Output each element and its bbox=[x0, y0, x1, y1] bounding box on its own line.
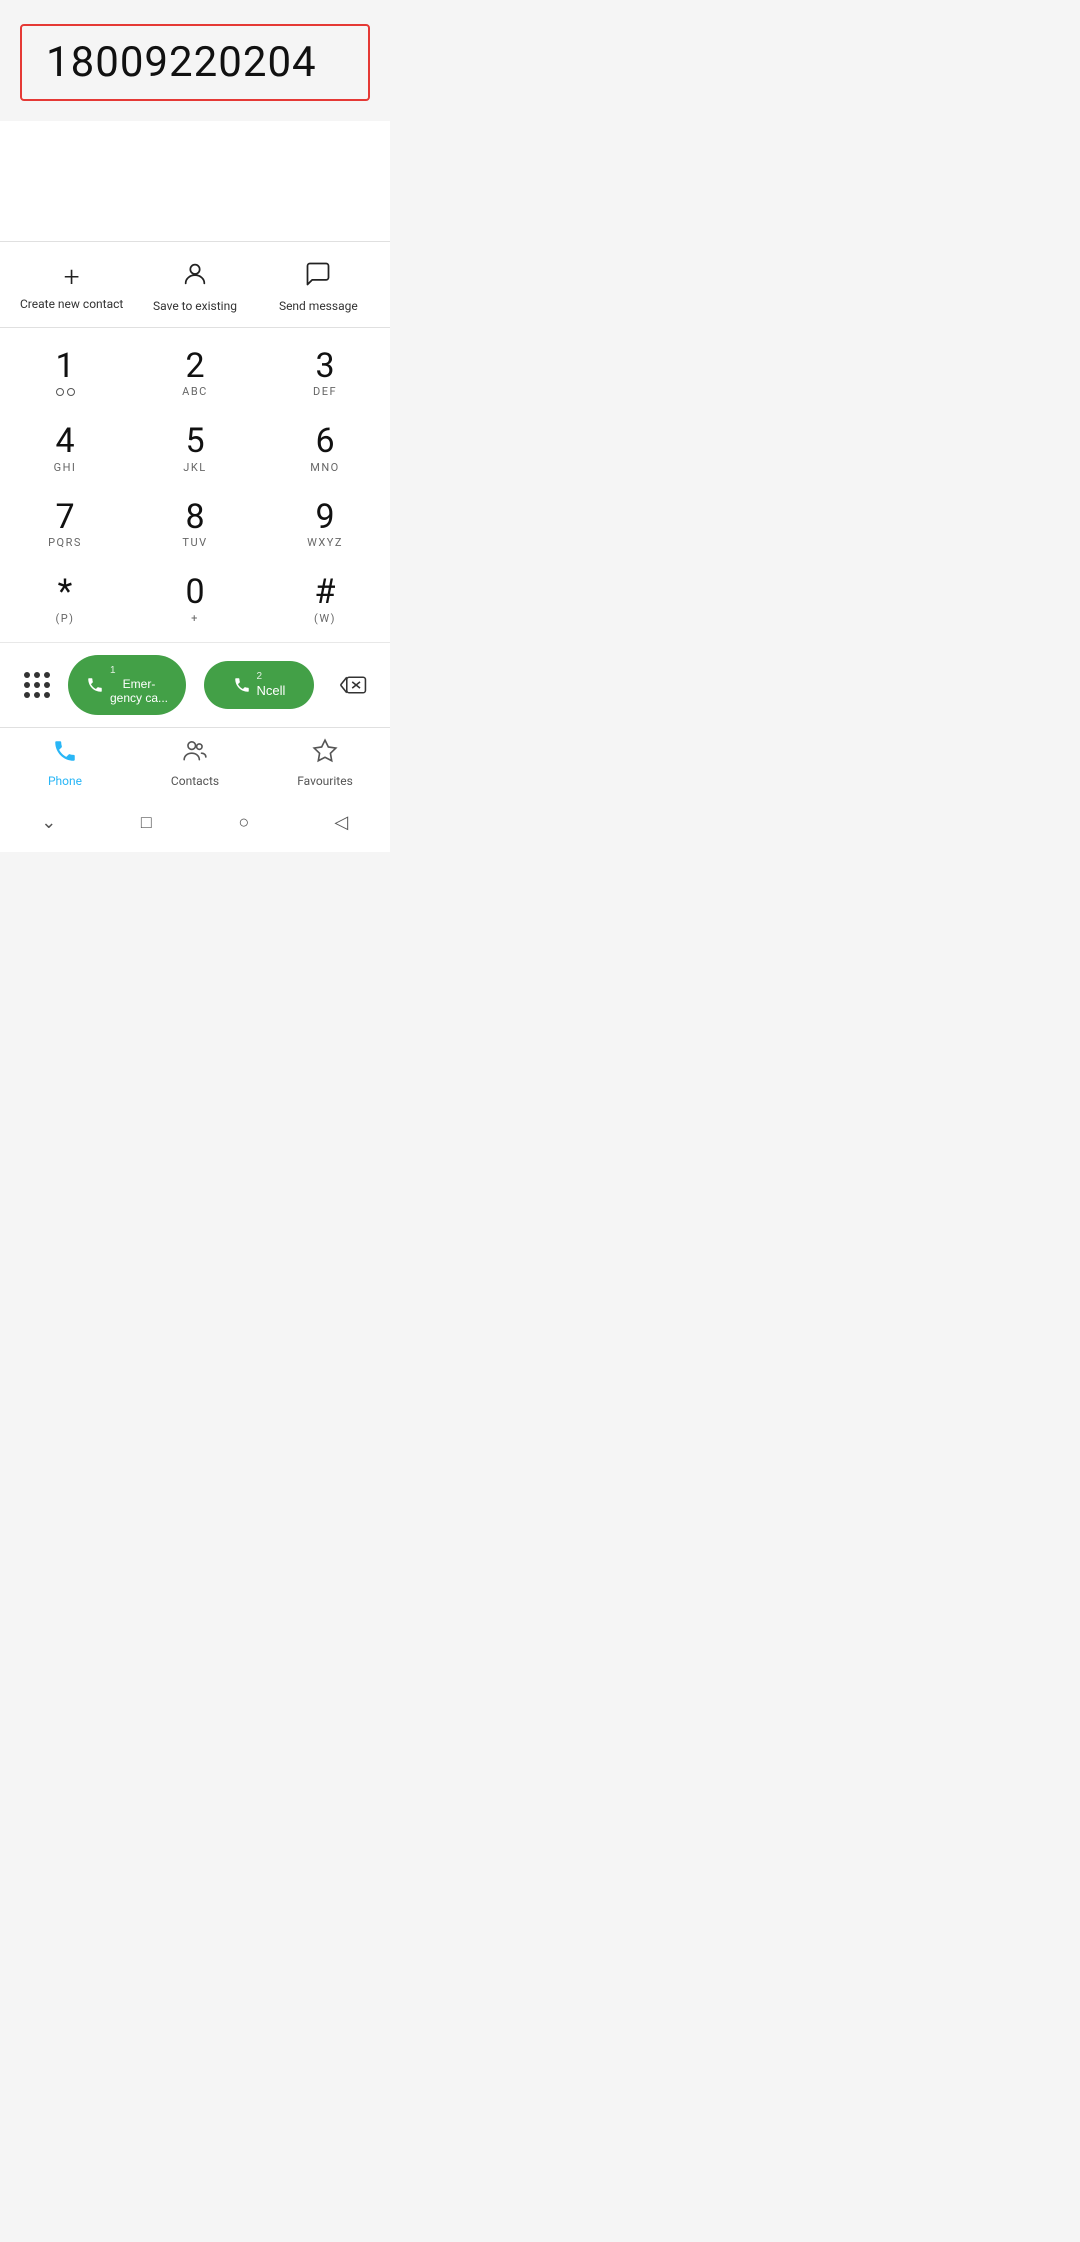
dial-key-6[interactable]: 6 MNO bbox=[260, 411, 390, 486]
person-icon bbox=[181, 260, 209, 293]
save-to-existing-label: Save to existing bbox=[153, 299, 237, 313]
dialpad: 1 2 ABC 3 DEF 4 GHI 5 JKL 6 MNO 7 PQRS 8… bbox=[0, 328, 390, 642]
dial-key-2[interactable]: 2 ABC bbox=[130, 336, 260, 411]
ncell-call-button[interactable]: 2 Ncell bbox=[204, 661, 314, 709]
chat-icon bbox=[304, 260, 332, 293]
home-icon: ○ bbox=[238, 812, 249, 833]
dot bbox=[34, 692, 40, 698]
nav-phone-label: Phone bbox=[48, 774, 82, 788]
dial-key-hash[interactable]: # (W) bbox=[260, 562, 390, 637]
nav-favourites-label: Favourites bbox=[297, 774, 353, 788]
favourites-nav-icon bbox=[312, 738, 338, 770]
action-row: + Create new contact Save to existing Se… bbox=[0, 242, 390, 328]
dots-grid-icon bbox=[24, 672, 50, 698]
create-new-contact-label: Create new contact bbox=[20, 297, 123, 311]
dial-main-star: * bbox=[58, 574, 73, 611]
plus-icon: + bbox=[64, 263, 80, 291]
home-button[interactable]: ○ bbox=[226, 804, 262, 840]
dialpad-toggle-button[interactable] bbox=[16, 664, 58, 706]
dial-sub-hash: (W) bbox=[314, 612, 336, 626]
dial-key-star[interactable]: * (P) bbox=[0, 562, 130, 637]
dot bbox=[24, 672, 30, 678]
dial-main-5: 5 bbox=[185, 423, 204, 460]
backspace-button[interactable] bbox=[332, 664, 374, 706]
ncell-call-label-wrap: 2 Ncell bbox=[257, 671, 286, 699]
dial-sub-9: WXYZ bbox=[307, 536, 343, 550]
phone-number-box: 18009220204 bbox=[20, 24, 370, 101]
create-new-contact-button[interactable]: + Create new contact bbox=[10, 263, 133, 311]
system-nav-bar: ⌄ □ ○ ◁ bbox=[0, 796, 390, 852]
contacts-nav-icon bbox=[182, 738, 208, 770]
vm-dot-2 bbox=[67, 388, 75, 396]
save-to-existing-button[interactable]: Save to existing bbox=[133, 260, 256, 313]
back-icon: ◁ bbox=[334, 812, 348, 833]
dot bbox=[44, 672, 50, 678]
ncell-call-label: Ncell bbox=[257, 683, 286, 699]
phone-nav-icon bbox=[52, 738, 78, 770]
dial-key-1[interactable]: 1 bbox=[0, 336, 130, 411]
phone-number: 18009220204 bbox=[46, 38, 317, 87]
recents-button[interactable]: □ bbox=[128, 804, 164, 840]
dial-sub-7: PQRS bbox=[48, 536, 82, 550]
send-message-label: Send message bbox=[279, 299, 358, 313]
vm-dot-1 bbox=[56, 388, 64, 396]
dot bbox=[44, 682, 50, 688]
bottom-nav: Phone Contacts Favourites bbox=[0, 727, 390, 796]
dial-key-8[interactable]: 8 TUV bbox=[130, 487, 260, 562]
call-bar: 1 Emer-gency ca... 2 Ncell bbox=[0, 642, 390, 728]
dial-main-1: 1 bbox=[55, 348, 74, 385]
emergency-call-button[interactable]: 1 Emer-gency ca... bbox=[68, 655, 186, 716]
call-icon bbox=[86, 676, 104, 694]
dot bbox=[24, 682, 30, 688]
recents-icon: □ bbox=[141, 812, 152, 833]
dial-key-3[interactable]: 3 DEF bbox=[260, 336, 390, 411]
dot bbox=[44, 692, 50, 698]
nav-contacts[interactable]: Contacts bbox=[130, 738, 260, 788]
dial-sub-0: + bbox=[191, 612, 199, 626]
dial-main-9: 9 bbox=[315, 499, 334, 536]
dial-main-2: 2 bbox=[185, 348, 204, 385]
backspace-icon bbox=[339, 673, 367, 697]
dial-key-4[interactable]: 4 GHI bbox=[0, 411, 130, 486]
phone-display-area: 18009220204 bbox=[0, 0, 390, 121]
dot bbox=[24, 692, 30, 698]
dial-main-7: 7 bbox=[55, 499, 74, 536]
dial-sub-3: DEF bbox=[313, 385, 337, 399]
dial-key-0[interactable]: 0 + bbox=[130, 562, 260, 637]
dial-sub-8: TUV bbox=[182, 536, 207, 550]
emergency-call-label: Emer-gency ca... bbox=[110, 677, 168, 706]
spacer bbox=[0, 121, 390, 241]
back-button[interactable]: ◁ bbox=[323, 804, 359, 840]
dial-key-5[interactable]: 5 JKL bbox=[130, 411, 260, 486]
nav-favourites[interactable]: Favourites bbox=[260, 738, 390, 788]
dial-sub-star: (P) bbox=[55, 612, 74, 626]
notifications-button[interactable]: ⌄ bbox=[31, 804, 67, 840]
chevron-down-icon: ⌄ bbox=[41, 812, 56, 833]
nav-phone[interactable]: Phone bbox=[0, 738, 130, 788]
dial-main-hash: # bbox=[315, 574, 336, 611]
dial-main-6: 6 bbox=[315, 423, 334, 460]
dial-main-8: 8 bbox=[185, 499, 204, 536]
dial-sub-6: MNO bbox=[310, 461, 340, 475]
dial-main-3: 3 bbox=[315, 348, 334, 385]
ncell-call-number: 2 bbox=[257, 671, 263, 683]
dot bbox=[34, 672, 40, 678]
dial-sub-1 bbox=[56, 385, 75, 399]
dial-key-7[interactable]: 7 PQRS bbox=[0, 487, 130, 562]
emergency-call-number: 1 bbox=[110, 665, 116, 677]
send-message-button[interactable]: Send message bbox=[257, 260, 380, 313]
call-icon-2 bbox=[233, 676, 251, 694]
dot bbox=[34, 682, 40, 688]
dial-sub-5: JKL bbox=[183, 461, 206, 475]
dial-main-4: 4 bbox=[55, 423, 74, 460]
nav-contacts-label: Contacts bbox=[171, 774, 219, 788]
dial-sub-4: GHI bbox=[54, 461, 77, 475]
dial-sub-2: ABC bbox=[182, 385, 208, 399]
dial-main-0: 0 bbox=[185, 574, 204, 611]
dial-key-9[interactable]: 9 WXYZ bbox=[260, 487, 390, 562]
emergency-call-label-wrap: 1 Emer-gency ca... bbox=[110, 665, 168, 706]
